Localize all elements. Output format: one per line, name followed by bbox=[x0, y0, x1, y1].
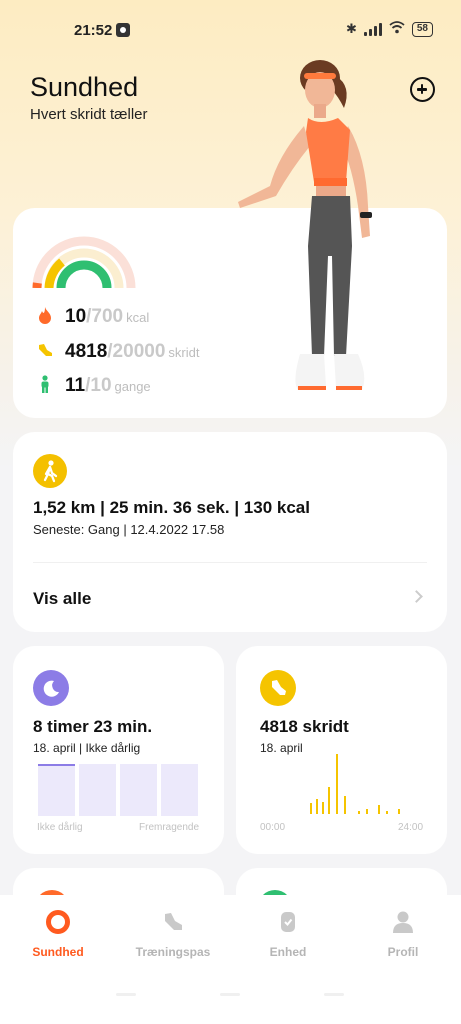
status-bar: 21:52 ✱ 58 bbox=[0, 18, 461, 44]
latest-workout-card[interactable]: 1,52 km | 25 min. 36 sek. | 130 kcal Sen… bbox=[13, 432, 447, 632]
watch-icon bbox=[275, 909, 301, 935]
character-illustration bbox=[238, 60, 372, 390]
steps-date: 18. april bbox=[260, 741, 303, 755]
sleep-quality-bar bbox=[79, 764, 116, 816]
workout-summary: 1,52 km | 25 min. 36 sek. | 130 kcal bbox=[33, 498, 310, 517]
nav-hint bbox=[220, 993, 240, 996]
step-bar bbox=[378, 805, 380, 814]
flame-icon bbox=[39, 307, 51, 324]
screen-record-icon bbox=[116, 23, 130, 37]
step-bar bbox=[358, 811, 360, 814]
sleep-quality-bar bbox=[120, 764, 157, 816]
sleep-axis-left: Ikke dårlig bbox=[37, 822, 83, 833]
shoe-icon bbox=[160, 909, 186, 935]
profile-icon bbox=[390, 909, 416, 935]
shoe-icon bbox=[260, 670, 296, 706]
nav-hint bbox=[116, 993, 136, 996]
sleep-date: 18. april | Ikke dårlig bbox=[33, 741, 141, 755]
tab-enhed[interactable]: Enhed bbox=[243, 909, 333, 959]
steps-total: 4818 skridt bbox=[260, 717, 349, 736]
calories-value: 10 bbox=[65, 306, 87, 327]
person-icon bbox=[41, 375, 49, 393]
steps-value: 4818 bbox=[65, 341, 108, 362]
wifi-icon bbox=[389, 21, 405, 37]
page-subtitle: Hvert skridt tæller bbox=[30, 106, 148, 123]
tab-traeningspas[interactable]: Træningspas bbox=[128, 909, 218, 959]
sleep-duration: 8 timer 23 min. bbox=[33, 717, 153, 736]
battery-indicator: 58 bbox=[411, 21, 433, 37]
calories-stat: 10 /700 kcal bbox=[37, 304, 149, 328]
bottom-tab-bar: Sundhed Træningspas Enhed Profil bbox=[0, 895, 461, 1024]
step-bar bbox=[386, 811, 388, 814]
step-bar bbox=[398, 809, 400, 814]
nav-hint bbox=[324, 993, 344, 996]
step-bar bbox=[328, 787, 330, 814]
sleep-axis-right: Fremragende bbox=[139, 822, 200, 833]
steps-card[interactable]: 4818 skridt 18. april 00:00 24:00 bbox=[236, 646, 447, 854]
divider bbox=[33, 562, 427, 563]
activity-rings-gauge bbox=[32, 236, 136, 288]
workout-last-session: Seneste: Gang | 12.4.2022 17.58 bbox=[33, 522, 225, 537]
stand-stat: 11 /10 gange bbox=[37, 373, 151, 397]
step-bar bbox=[322, 802, 324, 814]
tab-profil[interactable]: Profil bbox=[358, 909, 448, 959]
walking-icon bbox=[33, 454, 67, 488]
step-bar bbox=[310, 803, 312, 814]
tab-sundhed[interactable]: Sundhed bbox=[13, 909, 103, 959]
steps-goal: /20000 bbox=[107, 341, 166, 362]
step-bar bbox=[366, 809, 368, 814]
steps-axis-end: 24:00 bbox=[398, 822, 424, 833]
stand-goal: /10 bbox=[85, 375, 112, 396]
sleep-quality-bar bbox=[161, 764, 198, 816]
calories-goal: /700 bbox=[86, 306, 124, 327]
bluetooth-icon: ✱ bbox=[345, 21, 357, 36]
shoe-icon bbox=[39, 344, 52, 356]
sleep-card[interactable]: 8 timer 23 min. 18. april | Ikke dårlig … bbox=[13, 646, 224, 854]
signal-icon bbox=[363, 22, 382, 36]
steps-unit: skridt bbox=[168, 345, 200, 360]
status-time: 21:52 bbox=[74, 22, 113, 39]
calories-unit: kcal bbox=[126, 310, 150, 325]
step-bar bbox=[336, 754, 338, 814]
steps-stat: 4818 /20000 skridt bbox=[37, 339, 199, 363]
page-title: Sundhed bbox=[30, 72, 139, 102]
chevron-right-icon[interactable] bbox=[410, 590, 423, 603]
stand-unit: gange bbox=[114, 379, 151, 394]
health-ring-icon bbox=[45, 909, 71, 935]
add-button[interactable] bbox=[410, 77, 435, 102]
moon-icon bbox=[33, 670, 69, 706]
step-bar bbox=[316, 799, 318, 814]
step-bar bbox=[344, 796, 346, 814]
steps-axis-start: 00:00 bbox=[260, 822, 286, 833]
see-all-button[interactable]: Vis alle bbox=[33, 589, 91, 609]
sleep-quality-bar bbox=[38, 764, 75, 816]
stand-value: 11 bbox=[65, 375, 86, 396]
